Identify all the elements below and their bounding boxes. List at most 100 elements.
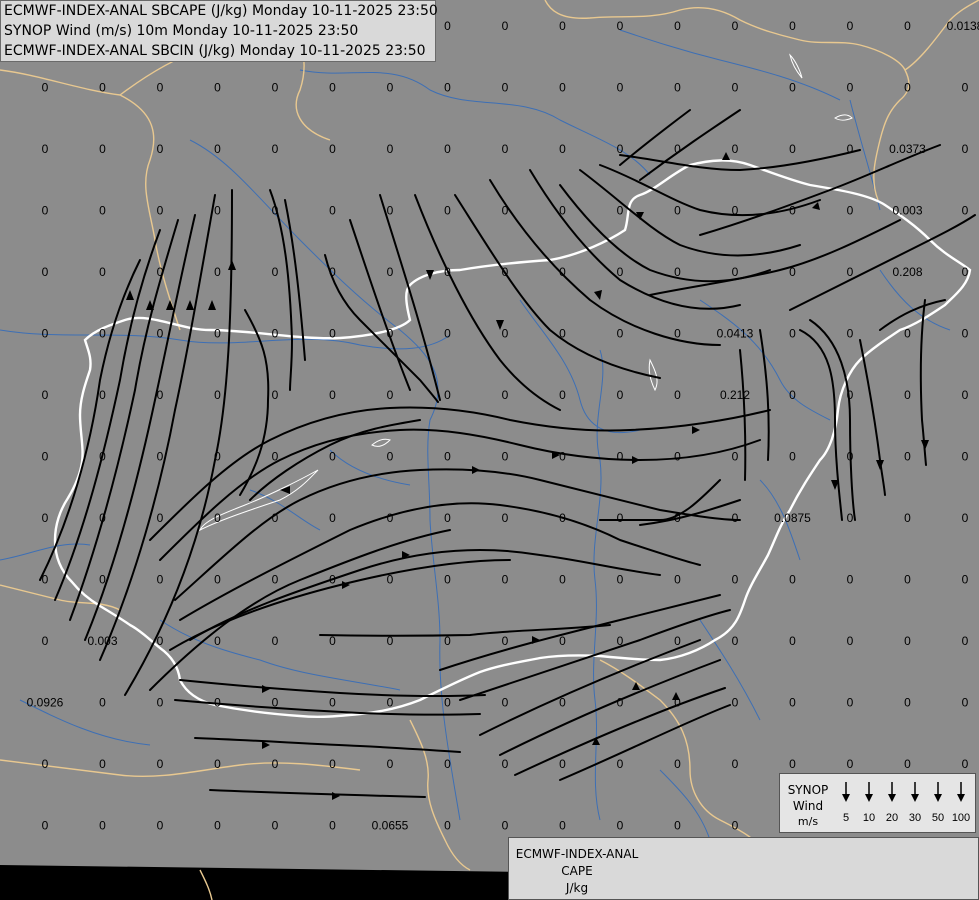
grid-value: 0 [559,573,566,587]
grid-value: 0 [962,634,969,648]
grid-value: 0 [962,511,969,525]
grid-value: 0 [329,511,336,525]
grid-value: 0 [444,696,451,710]
grid-value: 0 [214,81,221,95]
grid-value: 0 [559,142,566,156]
grid-value: 0 [444,388,451,402]
grid-value: 0 [329,388,336,402]
grid-value: 0 [559,450,566,464]
grid-value: 0 [559,204,566,218]
grid-value: 0 [847,696,854,710]
grid-value: 0 [272,450,279,464]
grid-value: 0 [42,634,49,648]
grid-value: 0 [387,142,394,156]
cape-legend-unit: J/kg [565,881,589,895]
grid-value: 0 [329,265,336,279]
grid-value: 0 [157,757,164,771]
weather-map: 0 0 0 0 0 0 0 0 0 0 0 0 0 0 0 0 0.0138 0 0 0 0 0 0 0 0 0 0 0 0 0 0 0 0 0 0… [0,0,979,900]
grid-value: 0 [674,327,681,341]
grid-value: 0 [444,511,451,525]
grid-value: 0 [157,265,164,279]
grid-value: 0 [329,696,336,710]
wind-legend-arrow: 50 [932,782,944,824]
wind-legend-speed: 30 [909,812,921,824]
grid-value: 0 [214,327,221,341]
grid-value: 0 [789,634,796,648]
grid-value: 0 [214,388,221,402]
grid-value: 0 [732,19,739,33]
grid-value: 0 [847,388,854,402]
grid-value: 0 [329,819,336,833]
grid-value: 0 [214,204,221,218]
grid-value: 0 [617,573,624,587]
grid-value: 0 [789,81,796,95]
grid-value: 0 [789,142,796,156]
grid-value: 0 [847,757,854,771]
wind-legend-speed: 5 [843,812,849,824]
header-line-cape: ECMWF-INDEX-ANAL SBCAPE (J/kg) Monday 10… [4,3,438,19]
grid-value: 0 [387,634,394,648]
grid-value: 0 [502,511,509,525]
grid-value: 0 [444,450,451,464]
grid-value: 0 [904,81,911,95]
grid-value: 0 [329,204,336,218]
grid-value: 0 [99,204,106,218]
grid-value: 0 [214,142,221,156]
grid-value: 0 [789,327,796,341]
grid-value: 0 [732,573,739,587]
grid-value: 0 [272,388,279,402]
grid-value: 0 [559,327,566,341]
grid-value: 0 [502,327,509,341]
grid-value: 0 [329,757,336,771]
grid-value: 0 [214,450,221,464]
grid-value: 0 [904,327,911,341]
grid-value: 0 [42,265,49,279]
grid-value: 0 [847,327,854,341]
grid-value: 0 [789,757,796,771]
grid-value: 0 [732,819,739,833]
wind-legend-title: SYNOP Wind [782,782,834,814]
grid-value: 0 [444,19,451,33]
wind-legend-speed: 10 [863,812,875,824]
map-header: ECMWF-INDEX-ANAL SBCAPE (J/kg) Monday 10… [0,0,438,62]
grid-value: 0 [847,511,854,525]
grid-value: 0 [444,634,451,648]
grid-value: 0 [157,327,164,341]
grid-value: 0 [904,511,911,525]
grid-value: 0 [559,81,566,95]
grid-value: 0 [559,265,566,279]
grid-value: 0 [962,142,969,156]
grid-value: 0 [387,757,394,771]
grid-value: 0 [272,634,279,648]
grid-value: 0 [617,696,624,710]
wind-legend-speed: 100 [952,812,970,824]
grid-value: 0 [847,142,854,156]
grid-value: 0.0655 [372,819,409,833]
grid-value: 0.0926 [27,696,64,710]
grid-value: 0 [617,265,624,279]
grid-value: 0.0373 [889,142,926,156]
grid-value: 0 [732,634,739,648]
cape-legend-title-line2: CAPE [561,864,593,878]
grid-value: 0 [99,450,106,464]
grid-value: 0 [674,757,681,771]
map-background [0,0,979,900]
grid-value: 0 [904,573,911,587]
grid-value: 0 [99,511,106,525]
grid-value: 0 [904,388,911,402]
grid-value: 0 [502,757,509,771]
grid-value: 0 [99,573,106,587]
grid-value: 0 [617,388,624,402]
grid-value: 0 [674,819,681,833]
grid-value: 0 [847,81,854,95]
grid-value: 0 [847,19,854,33]
grid-value: 0 [617,819,624,833]
grid-value: 0 [99,388,106,402]
grid-value: 0 [387,511,394,525]
grid-value: 0 [444,327,451,341]
grid-value: 0 [99,142,106,156]
grid-value: 0.208 [892,265,922,279]
grid-value: 0 [674,204,681,218]
grid-value: 0 [904,757,911,771]
grid-value: 0 [272,573,279,587]
